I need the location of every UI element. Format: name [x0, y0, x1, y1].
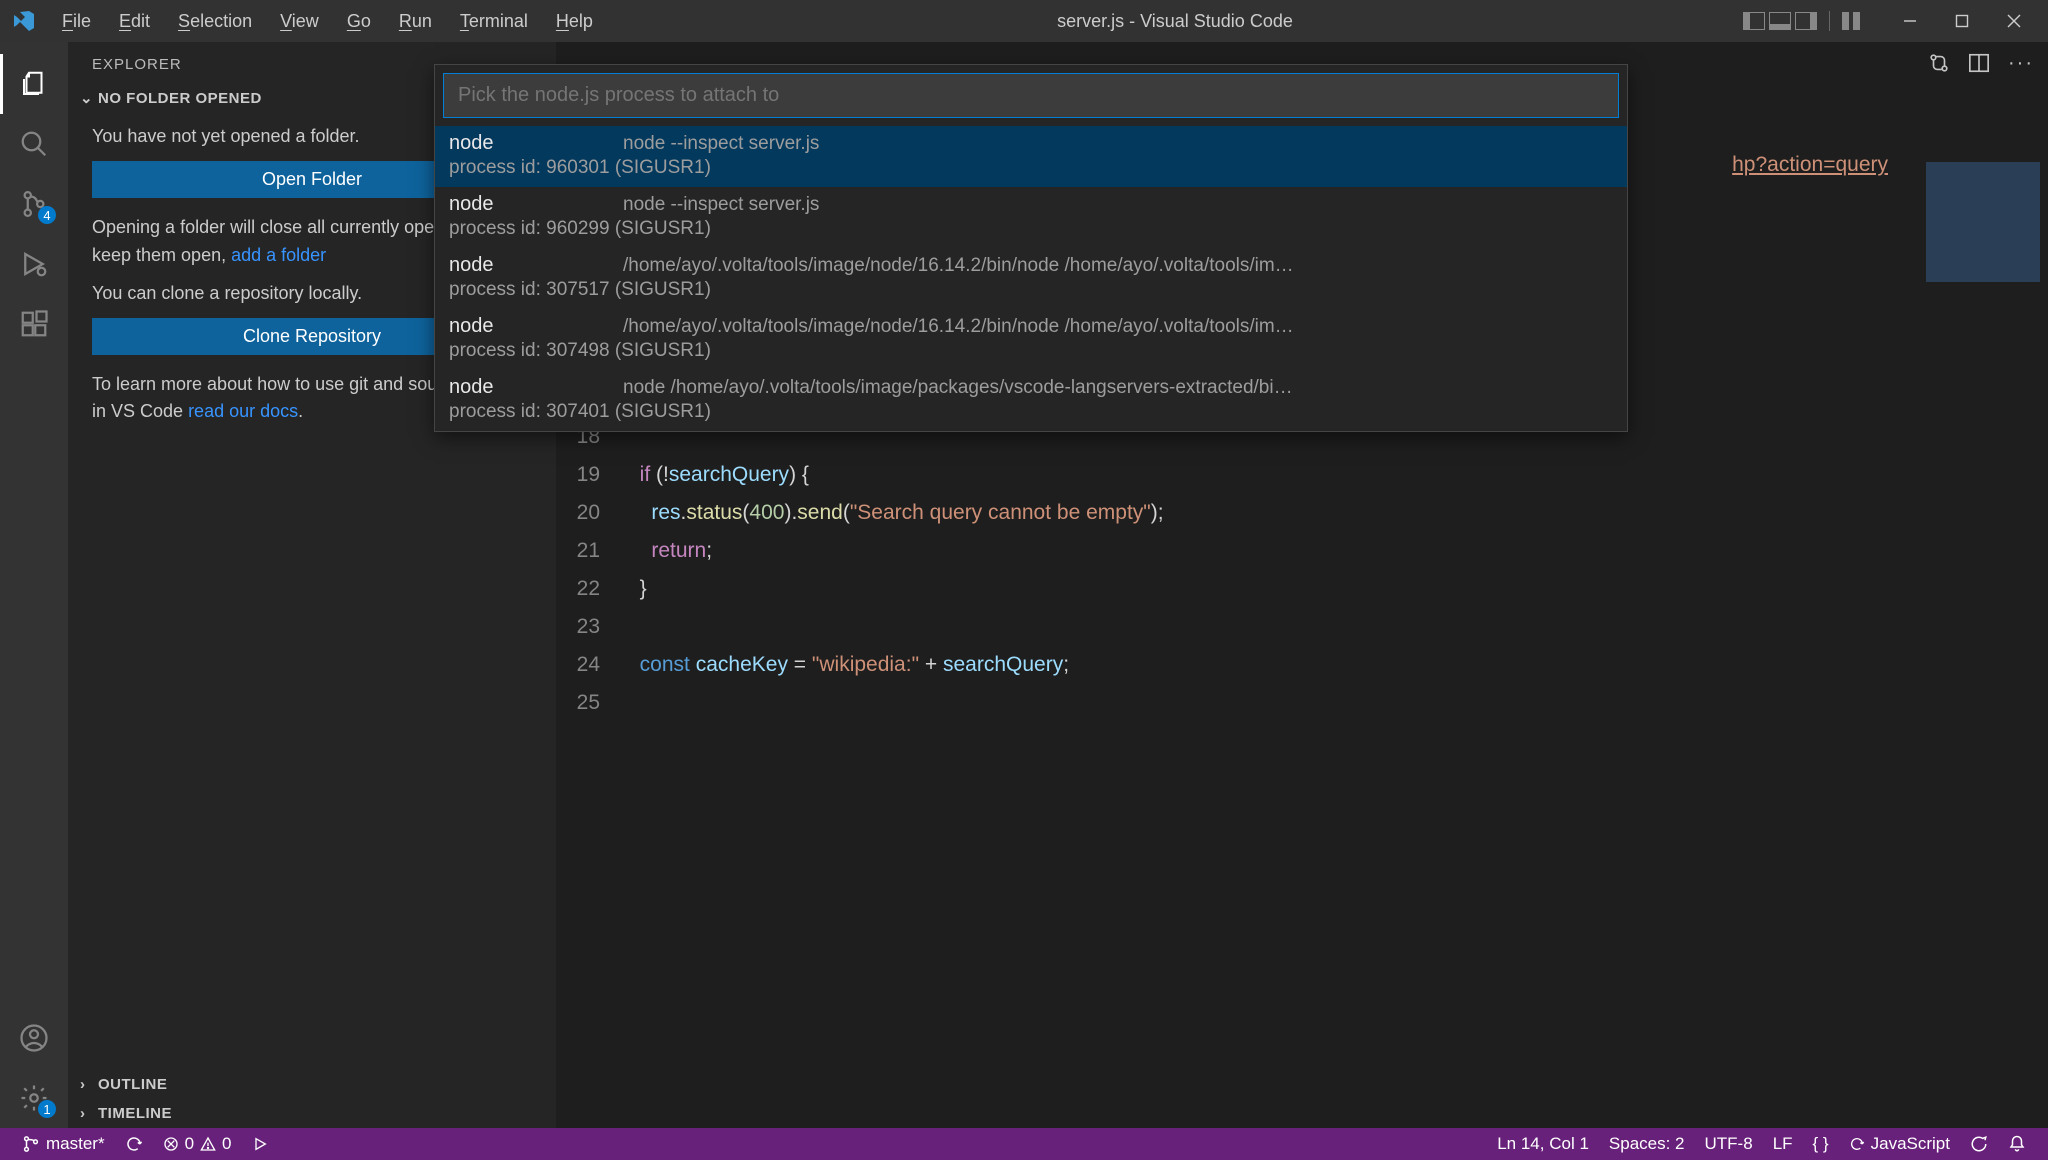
error-count: 0: [185, 1134, 194, 1154]
more-icon[interactable]: ···: [2008, 52, 2034, 75]
menu-help[interactable]: Help: [542, 7, 607, 36]
split-editor-icon[interactable]: [1968, 52, 1990, 75]
compare-changes-icon[interactable]: [1928, 52, 1950, 75]
status-bar: master* 0 0 Ln 14, Col 1 Spaces: 2 UTF-8…: [0, 1128, 2048, 1160]
status-notifications[interactable]: [1998, 1128, 2036, 1160]
settings-badge: 1: [38, 1100, 56, 1118]
window-controls: [1884, 0, 2040, 42]
status-branch[interactable]: master*: [12, 1128, 115, 1160]
minimize-button[interactable]: [1884, 0, 1936, 42]
editor-actions: ···: [1928, 52, 2034, 75]
language-label: JavaScript: [1871, 1134, 1950, 1154]
sidebar-section-timeline[interactable]: › TIMELINE: [68, 1099, 556, 1128]
maximize-button[interactable]: [1936, 0, 1988, 42]
sidebar-section-outline[interactable]: › OUTLINE: [68, 1070, 556, 1099]
text: .: [298, 401, 303, 421]
menu-go[interactable]: Go: [333, 7, 385, 36]
quickpick-item[interactable]: nodenode /home/ayo/.volta/tools/image/pa…: [435, 370, 1627, 431]
vscode-logo-icon: [12, 9, 36, 33]
quickpick-input[interactable]: [443, 73, 1619, 118]
window-title: server.js - Visual Studio Code: [607, 11, 1743, 32]
quickpick-item[interactable]: nodenode --inspect server.jsprocess id: …: [435, 187, 1627, 248]
add-folder-link[interactable]: add a folder: [231, 245, 326, 265]
menu-terminal[interactable]: Terminal: [446, 7, 542, 36]
sidebar-section-label: TIMELINE: [98, 1105, 172, 1122]
status-sync[interactable]: [115, 1128, 153, 1160]
titlebar: FileEditSelectionViewGoRunTerminalHelp s…: [0, 0, 2048, 42]
activity-bar: 4 1: [0, 42, 68, 1128]
quickpick-item[interactable]: nodenode --inspect server.jsprocess id: …: [435, 126, 1627, 187]
quickpick-item[interactable]: node/home/ayo/.volta/tools/image/node/16…: [435, 309, 1627, 370]
status-eol[interactable]: LF: [1763, 1128, 1803, 1160]
sidebar-section-label: OUTLINE: [98, 1076, 167, 1093]
quickpick-item[interactable]: node/home/ayo/.volta/tools/image/node/16…: [435, 248, 1627, 309]
status-debug-start[interactable]: [242, 1128, 278, 1160]
layout-panel-bottom-icon[interactable]: [1769, 12, 1791, 30]
read-docs-link[interactable]: read our docs: [188, 401, 298, 421]
menu-selection[interactable]: Selection: [164, 7, 266, 36]
status-cursor[interactable]: Ln 14, Col 1: [1487, 1128, 1599, 1160]
status-encoding[interactable]: UTF-8: [1695, 1128, 1763, 1160]
code-url-fragment: hp?action=query: [1732, 152, 1888, 177]
menu-edit[interactable]: Edit: [105, 7, 164, 36]
activity-accounts[interactable]: [0, 1008, 68, 1068]
activity-run-debug[interactable]: [0, 234, 68, 294]
separator: [1829, 11, 1830, 31]
customize-layout-icon[interactable]: [1842, 12, 1864, 30]
status-feedback[interactable]: [1960, 1128, 1998, 1160]
activity-explorer[interactable]: [0, 54, 68, 114]
close-button[interactable]: [1988, 0, 2040, 42]
status-language[interactable]: JavaScript: [1839, 1128, 1960, 1160]
activity-settings[interactable]: 1: [0, 1068, 68, 1128]
menu-run[interactable]: Run: [385, 7, 446, 36]
layout-panel-right-icon[interactable]: [1795, 12, 1817, 30]
status-indent[interactable]: Spaces: 2: [1599, 1128, 1695, 1160]
sidebar-title-label: EXPLORER: [92, 56, 182, 73]
warning-count: 0: [222, 1134, 231, 1154]
layout-panel-left-icon[interactable]: [1743, 12, 1765, 30]
menu-file[interactable]: File: [48, 7, 105, 36]
sidebar-section-label: NO FOLDER OPENED: [98, 90, 262, 107]
status-bracket[interactable]: { }: [1803, 1128, 1839, 1160]
activity-extensions[interactable]: [0, 294, 68, 354]
minimap[interactable]: [1918, 152, 2048, 1128]
quickpick-list: nodenode --inspect server.jsprocess id: …: [435, 126, 1627, 431]
quickpick-attach-process: nodenode --inspect server.jsprocess id: …: [434, 64, 1628, 432]
chevron-down-icon: ⌄: [80, 89, 92, 107]
menu-view[interactable]: View: [266, 7, 333, 36]
chevron-right-icon: ›: [80, 1105, 92, 1122]
scm-badge: 4: [38, 206, 56, 224]
activity-source-control[interactable]: 4: [0, 174, 68, 234]
editor-layout-icons: [1743, 11, 1864, 31]
branch-name: master*: [46, 1134, 105, 1154]
activity-search[interactable]: [0, 114, 68, 174]
menu-bar: FileEditSelectionViewGoRunTerminalHelp: [48, 7, 607, 36]
chevron-right-icon: ›: [80, 1076, 92, 1093]
status-problems[interactable]: 0 0: [153, 1128, 242, 1160]
